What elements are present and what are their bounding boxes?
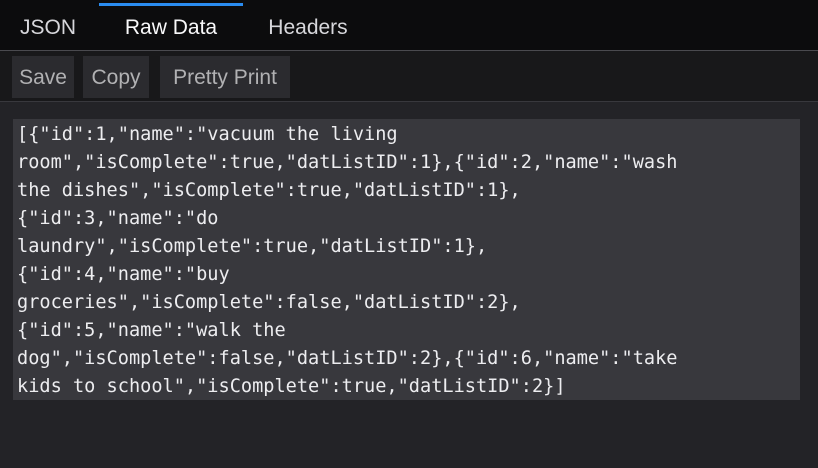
raw-line: {"id":5,"name":"walk the bbox=[17, 320, 286, 341]
raw-line: the dishes","isComplete":true,"datListID… bbox=[17, 180, 521, 201]
raw-line: {"id":3,"name":"do bbox=[17, 208, 219, 229]
tab-bar: JSON Raw Data Headers bbox=[0, 0, 818, 51]
raw-line: dog","isComplete":false,"datListID":2},{… bbox=[17, 348, 678, 369]
raw-data-panel: [{"id":1,"name":"vacuum the living room"… bbox=[0, 102, 818, 468]
pretty-print-button[interactable]: Pretty Print bbox=[160, 56, 290, 98]
save-button[interactable]: Save bbox=[12, 56, 74, 98]
tab-headers[interactable]: Headers bbox=[246, 0, 370, 51]
raw-line: [{"id":1,"name":"vacuum the living bbox=[17, 124, 398, 145]
raw-line: kids to school","isComplete":true,"datLi… bbox=[17, 376, 566, 397]
raw-line: groceries","isComplete":false,"datListID… bbox=[17, 292, 521, 313]
copy-button[interactable]: Copy bbox=[83, 56, 149, 98]
tab-json[interactable]: JSON bbox=[0, 0, 96, 51]
raw-line: {"id":4,"name":"buy bbox=[17, 264, 230, 285]
raw-line: laundry","isComplete":true,"datListID":1… bbox=[17, 236, 488, 257]
raw-data-text[interactable]: [{"id":1,"name":"vacuum the living room"… bbox=[13, 119, 800, 400]
tab-raw-data[interactable]: Raw Data bbox=[99, 0, 243, 51]
toolbar: Save Copy Pretty Print bbox=[0, 51, 818, 102]
raw-line: room","isComplete":true,"datListID":1},{… bbox=[17, 152, 678, 173]
